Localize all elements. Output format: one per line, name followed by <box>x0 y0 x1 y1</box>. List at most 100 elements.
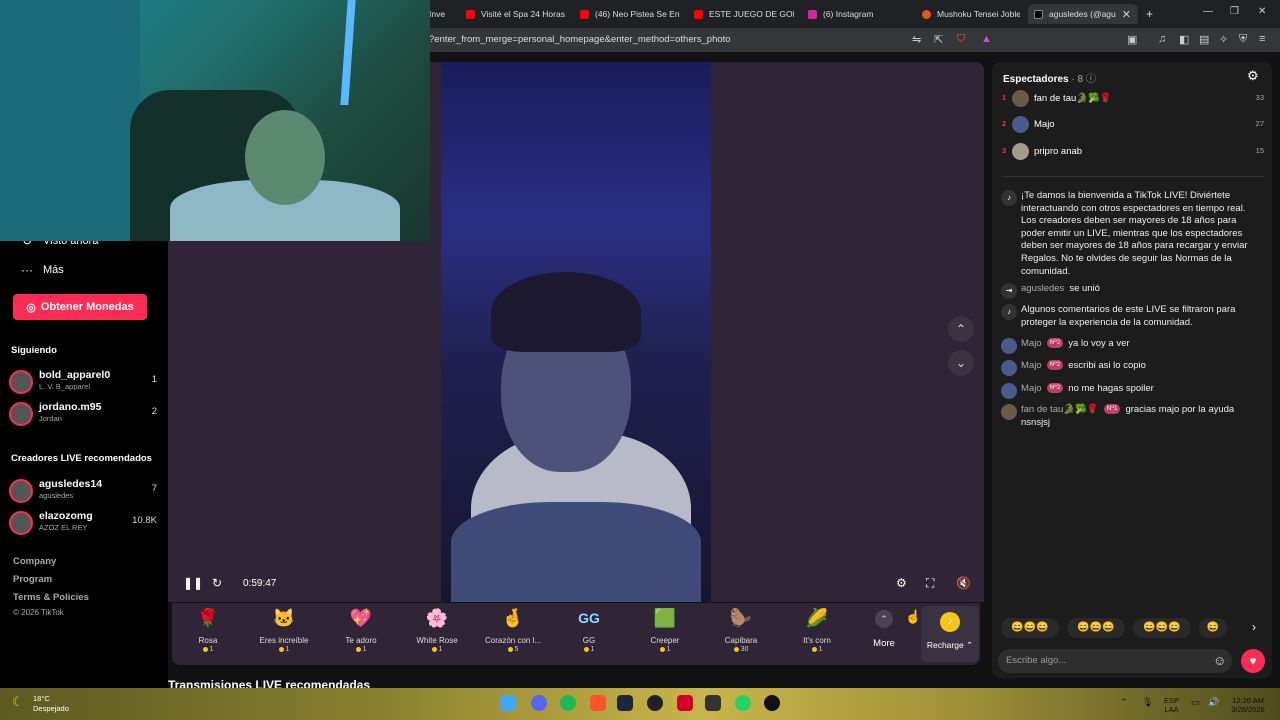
wallet-icon[interactable]: ▤ <box>1199 33 1209 46</box>
recommended-account[interactable]: agusledes14 agusledes 7 <box>9 478 159 506</box>
next-live-button[interactable]: ⌄ <box>948 350 974 376</box>
vpn-icon[interactable]: ⛨ <box>1239 33 1247 46</box>
chat-message[interactable]: fan de tau🐊🥦🌹 Nº1 gracias majo por la ayud… <box>1001 404 1263 429</box>
leo-icon[interactable]: ✧ <box>1219 33 1228 46</box>
following-account[interactable]: jordano.m95 Jordan 2 <box>9 401 159 429</box>
browser-tab[interactable]: (46) Neo Pistea Se Enf <box>580 4 680 24</box>
emoji-chip[interactable]: 😄😄😄 <box>1001 618 1059 638</box>
close-tab-icon[interactable]: ✕ <box>1122 8 1131 21</box>
gift-item[interactable]: 🌹 Rosa 1 <box>170 606 246 662</box>
xbox-icon[interactable] <box>647 695 663 711</box>
finger-heart-icon: 🤞 <box>501 608 525 628</box>
settings-icon[interactable]: ⚙ <box>896 576 907 590</box>
emoji-chip[interactable]: 😄😄😄 <box>1133 618 1191 638</box>
menu-icon[interactable]: ≡ <box>1259 33 1265 45</box>
settings-icon[interactable]: ⚙ <box>1247 68 1259 84</box>
maximize-icon[interactable]: ❐ <box>1230 6 1239 17</box>
gift-item[interactable]: 🦫 Capibara 30 <box>703 606 779 662</box>
youtube-icon <box>694 9 703 19</box>
app-icon[interactable] <box>705 695 721 711</box>
gift-item[interactable]: 🌽 It's corn 1 <box>779 606 855 662</box>
brave-shield-icon[interactable]: ⛉ <box>957 33 965 46</box>
valorant-icon[interactable] <box>677 695 693 711</box>
pause-icon[interactable]: ❚❚ <box>183 576 203 590</box>
mute-icon[interactable]: 🔇 <box>956 576 971 590</box>
gift-item[interactable]: 🤞 Corazón con l... 5 <box>475 606 551 662</box>
recharge-button[interactable]: ♪ Recharge ⌃ <box>921 606 979 662</box>
more-gifts-button[interactable]: ⌃ More <box>870 610 898 649</box>
brave-icon[interactable] <box>590 695 606 711</box>
gift-item[interactable]: GG GG 1 <box>551 606 627 662</box>
steam-icon[interactable] <box>617 695 633 711</box>
chevron-up-icon: ⌃ <box>875 610 893 628</box>
logitech-icon[interactable] <box>764 695 780 711</box>
emoji-icon[interactable]: ☺ <box>1213 653 1226 668</box>
microphone-icon[interactable]: 🎙 <box>1142 698 1153 707</box>
chat-input[interactable]: Escribe algo... <box>998 649 1232 673</box>
like-button[interactable]: ♥ <box>1241 649 1265 673</box>
browser-tab[interactable]: Visité el Spa 24 Horas <box>466 4 574 24</box>
brave-rewards-icon[interactable]: ▲ <box>981 33 992 45</box>
heart-icon: 💖 <box>349 608 373 628</box>
minimize-icon[interactable]: — <box>1203 6 1213 17</box>
sidebar-icon[interactable]: ◧ <box>1179 33 1189 46</box>
screenshot-icon[interactable]: ▣ <box>1127 33 1137 46</box>
refresh-icon[interactable]: ↻ <box>212 576 222 590</box>
info-icon[interactable]: ⓘ <box>1086 74 1096 85</box>
get-coins-button[interactable]: ◎ Obtener Monedas <box>13 294 147 320</box>
url-field[interactable]: ?enter_from_merge=personal_homepage&ente… <box>429 34 731 45</box>
tiktok-icon <box>1034 9 1043 19</box>
browser-tab[interactable]: Mushoku Tensei Jobles <box>922 4 1020 24</box>
gift-item[interactable]: 🌸 White Rose 1 <box>399 606 475 662</box>
avatar <box>1001 383 1017 399</box>
gift-item[interactable]: 💖 Te adoro 1 <box>323 606 399 662</box>
chat-message[interactable]: Majo Nº2 no me hagas spoiler <box>1001 383 1263 399</box>
viewer-rank-row[interactable]: 3 pripro anab 15 <box>1002 143 1264 163</box>
browser-tab[interactable]: Inve <box>429 4 445 24</box>
new-tab-button[interactable]: + <box>1146 4 1153 24</box>
browser-tab[interactable]: (6) Instagram <box>808 4 908 24</box>
language-indicator[interactable]: ESP LAA <box>1164 696 1179 714</box>
browser-tab-active[interactable]: agusledes (@agu ✕ <box>1028 4 1138 24</box>
footer-link[interactable]: Terms & Policies <box>13 592 89 603</box>
instagram-icon <box>808 9 817 19</box>
weather-widget[interactable]: 18°C Despejado <box>33 694 69 714</box>
following-account[interactable]: bold_apparel0 L. V. B_apparel 1 <box>9 369 159 397</box>
gift-item[interactable]: 🟩 Creeper 1 <box>627 606 703 662</box>
viewer-rank-row[interactable]: 2 Majo 27 <box>1002 116 1264 136</box>
spotify-icon[interactable] <box>560 695 576 711</box>
tray-chevron-icon[interactable]: ⌃ <box>1120 698 1128 707</box>
network-icon[interactable]: ▭ <box>1191 698 1200 707</box>
creeper-icon: 🟩 <box>653 608 677 628</box>
chat-message-join: ⇥ agusledes se unió <box>1001 283 1263 299</box>
fullscreen-icon[interactable]: ⛶ <box>926 576 934 591</box>
live-video[interactable] <box>441 62 711 602</box>
media-icon[interactable]: ♫ <box>1158 33 1166 45</box>
avatar <box>1012 90 1029 107</box>
gift-item[interactable]: 🐱 Eres increíble 1 <box>246 606 322 662</box>
share-icon[interactable]: ⇱ <box>934 33 943 46</box>
discord-icon[interactable] <box>531 695 547 711</box>
chat-message[interactable]: Majo Nº2 escribi asi lo copio <box>1001 360 1263 376</box>
avatar <box>9 370 33 394</box>
whatsapp-icon[interactable] <box>735 695 751 711</box>
start-icon[interactable] <box>500 695 516 711</box>
tiktok-coin-icon: ♪ <box>940 612 960 632</box>
emoji-chip[interactable]: 😄😄😄 <box>1067 618 1125 638</box>
emoji-chip[interactable]: 😄 <box>1199 618 1227 638</box>
clock[interactable]: 12:20 AM 3/26/2026 <box>1228 696 1268 714</box>
chevron-right-icon[interactable]: › <box>1252 620 1256 634</box>
browser-tab[interactable]: ESTE JUEGO DE GOLF <box>694 4 794 24</box>
avatar <box>9 402 33 426</box>
chat-message[interactable]: Majo Nº2 ya lo voy a ver <box>1001 338 1263 354</box>
sidebar-item-mas[interactable]: ··· Más <box>18 263 64 277</box>
viewer-rank-row[interactable]: 1 fan de tau🐊🥦🌹 33 <box>1002 90 1264 110</box>
previous-live-button[interactable]: ⌃ <box>948 316 974 342</box>
volume-icon[interactable]: 🔊 <box>1208 698 1219 707</box>
footer-link[interactable]: Company <box>13 556 56 567</box>
footer-link[interactable]: Program <box>13 574 52 585</box>
mouse-cursor-icon: ☝ <box>905 609 922 624</box>
close-window-icon[interactable]: ✕ <box>1258 6 1266 17</box>
translate-icon[interactable]: ⇋ <box>912 33 921 46</box>
recommended-account[interactable]: elazozomg AZOZ EL REY 10.8K <box>9 510 159 538</box>
